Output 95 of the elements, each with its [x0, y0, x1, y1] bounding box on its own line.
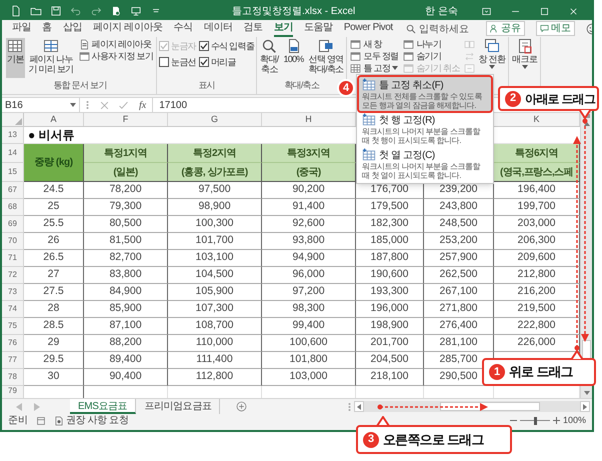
- table-cell: 248,500: [424, 216, 494, 233]
- table-cell: 201,700: [356, 335, 424, 352]
- table-cell: 218,100: [356, 369, 424, 386]
- checkbox-label: 눈금선: [171, 56, 196, 68]
- group-label: 확대/축소: [284, 78, 320, 92]
- header-cell: 특정6지역: [494, 144, 580, 163]
- checkbox-label: 눈금자: [171, 40, 196, 52]
- table-cell: 187,800: [356, 250, 424, 267]
- header-cell: 중량 (kg): [24, 144, 84, 182]
- table-cell: 99,400: [262, 318, 356, 335]
- table-cell: 185,000: [356, 233, 424, 250]
- table-cell: 100,600: [262, 335, 356, 352]
- checkbox-label: 수식 입력줄: [210, 40, 254, 52]
- table-cell: 267,100: [424, 284, 494, 301]
- checkbox-label: 머리글: [210, 56, 236, 68]
- table-cell: 97,200: [262, 284, 356, 301]
- table-cell: 90,200: [262, 182, 356, 199]
- table-cell: 110,000: [168, 335, 262, 352]
- table-cell: 179,500: [356, 199, 424, 216]
- table-cell: 91,400: [262, 199, 356, 216]
- table-cell: 281,100: [424, 335, 494, 352]
- header-cell: (일본): [84, 163, 168, 182]
- table-cell: 193,300: [356, 284, 424, 301]
- header-cell: 특정1지역: [84, 144, 168, 163]
- table-cell: 257,900: [424, 250, 494, 267]
- table-cell: 243,800: [424, 199, 494, 216]
- table-cell: 29: [24, 335, 84, 352]
- section-heading: ● 비서류: [28, 127, 75, 144]
- table-cell: 30: [24, 369, 84, 386]
- table-cell: 83,800: [84, 267, 168, 284]
- table-cell: 103,100: [168, 250, 262, 267]
- status-text: 준비: [8, 414, 28, 428]
- table-cell: 81,500: [84, 233, 168, 250]
- header-cell: (영국,프랑스,스페: [494, 163, 580, 182]
- table-cell: 93,800: [262, 233, 356, 250]
- table-cell: 92,600: [262, 216, 356, 233]
- table-cell: 111,400: [168, 352, 262, 369]
- table-cell: 101,700: [168, 233, 262, 250]
- table-cell: 253,200: [424, 233, 494, 250]
- table-cell: 112,800: [168, 369, 262, 386]
- table-cell: 94,900: [262, 250, 356, 267]
- table-cell: 98,900: [168, 199, 262, 216]
- table-cell: 89,400: [84, 352, 168, 369]
- callout-text: 오른쪽으로 드래그: [383, 430, 484, 449]
- table-cell: 28: [24, 301, 84, 318]
- table-cell: 88,200: [84, 335, 168, 352]
- table-cell: 262,500: [424, 267, 494, 284]
- table-cell: 104,500: [168, 267, 262, 284]
- callout-text: 아래로 드래그: [525, 90, 596, 108]
- zoom-level: 100%: [562, 414, 586, 427]
- table-cell: 271,800: [424, 301, 494, 318]
- step-number: 3: [363, 432, 379, 448]
- table-cell: 196,000: [356, 301, 424, 318]
- table-cell: 78,200: [84, 182, 168, 199]
- table-cell: 107,300: [168, 301, 262, 318]
- table-cell: 79,300: [84, 199, 168, 216]
- table-cell: 96,000: [262, 267, 356, 284]
- table-cell: 90,400: [84, 369, 168, 386]
- table-cell: 29.5: [24, 352, 84, 369]
- table-cell: 87,100: [84, 318, 168, 335]
- table-cell: 80,500: [84, 216, 168, 233]
- group-label: 표시: [198, 78, 215, 92]
- table-cell: 100,300: [168, 216, 262, 233]
- table-cell: 26.5: [24, 250, 84, 267]
- table-cell: 108,700: [168, 318, 262, 335]
- callout-text: 위로 드래그: [509, 363, 573, 382]
- table-cell: 85,900: [84, 301, 168, 318]
- table-cell: 204,500: [356, 352, 424, 369]
- table-cell: 26: [24, 233, 84, 250]
- table-cell: 190,600: [356, 267, 424, 284]
- table-cell: 84,900: [84, 284, 168, 301]
- user-name: 한 은숙: [425, 4, 458, 18]
- step-number: 1: [489, 364, 505, 380]
- table-cell: 28.5: [24, 318, 84, 335]
- table-cell: 25: [24, 199, 84, 216]
- table-cell: 98,300: [262, 301, 356, 318]
- step-number: 2: [505, 90, 521, 106]
- table-cell: 276,400: [424, 318, 494, 335]
- table-cell: 103,000: [262, 369, 356, 386]
- header-cell: (중국): [262, 163, 356, 182]
- table-cell: 101,800: [262, 352, 356, 369]
- table-cell: 182,300: [356, 216, 424, 233]
- header-cell: 특정2지역: [168, 144, 262, 163]
- header-cell: 특정3지역: [262, 144, 356, 163]
- table-cell: 198,900: [356, 318, 424, 335]
- window-title: 틀고정및창정렬.xlsx - Excel: [230, 4, 356, 18]
- table-cell: 97,500: [168, 182, 262, 199]
- table-cell: 27.5: [24, 284, 84, 301]
- table-cell: 82,700: [84, 250, 168, 267]
- table-cell: 25.5: [24, 216, 84, 233]
- table-cell: 24.5: [24, 182, 84, 199]
- table-cell: 105,900: [168, 284, 262, 301]
- header-cell: (홍콩, 싱가포르): [168, 163, 262, 182]
- table-cell: 27: [24, 267, 84, 284]
- group-label: 통합 문서 보기: [53, 78, 107, 92]
